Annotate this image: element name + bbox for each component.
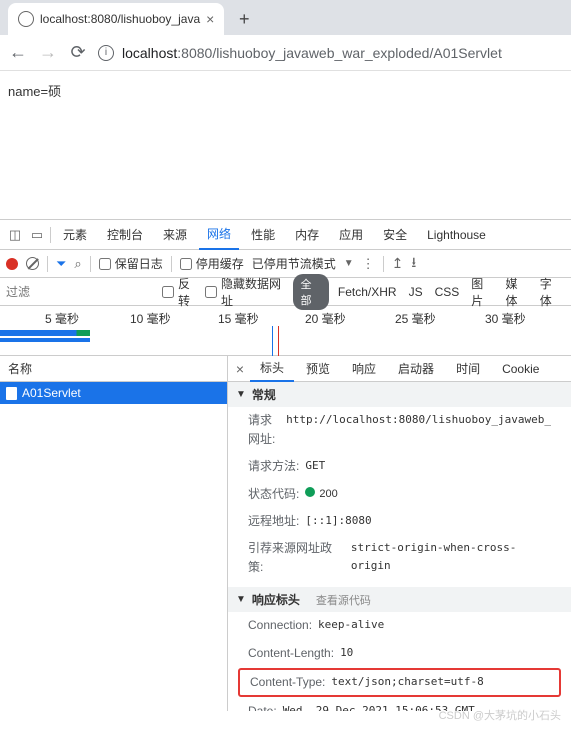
record-button[interactable] bbox=[6, 258, 18, 270]
request-list: 名称 A01Servlet bbox=[0, 356, 228, 711]
hide-data-checkbox[interactable]: 隐藏数据网址 bbox=[205, 275, 286, 309]
general-section[interactable]: ▼ 常规 bbox=[228, 382, 571, 407]
disable-cache-checkbox[interactable]: 停用缓存 bbox=[180, 255, 244, 272]
close-icon[interactable]: × bbox=[206, 11, 214, 27]
forward-button[interactable]: → bbox=[38, 42, 58, 63]
view-source-link[interactable]: 查看源代码 bbox=[316, 592, 371, 608]
invert-checkbox[interactable]: 反转 bbox=[162, 275, 199, 309]
filter-media[interactable]: 媒体 bbox=[503, 275, 531, 309]
timeline-marker-red bbox=[278, 326, 279, 356]
detail-tabs: × 标头 预览 响应 启动器 时间 Cookie bbox=[228, 356, 571, 382]
tab-elements[interactable]: 元素 bbox=[55, 220, 95, 250]
tab-initiator[interactable]: 启动器 bbox=[388, 356, 444, 382]
tab-title: localhost:8080/lishuoboy_java bbox=[40, 12, 200, 26]
close-detail-button[interactable]: × bbox=[232, 361, 248, 377]
filter-js[interactable]: JS bbox=[406, 285, 426, 299]
name-header[interactable]: 名称 bbox=[0, 356, 227, 382]
inspect-icon[interactable]: ◫ bbox=[6, 227, 24, 243]
clear-button[interactable] bbox=[26, 257, 39, 270]
reload-button[interactable]: ⟳ bbox=[68, 42, 88, 63]
timeline-marker-blue bbox=[272, 326, 273, 356]
remote-address: 远程地址:[::1]:8080 bbox=[228, 508, 571, 535]
devtools-panel: ◫ ▭ 元素 控制台 来源 网络 性能 内存 应用 安全 Lighthouse … bbox=[0, 219, 571, 711]
status-code: 状态代码:200 bbox=[228, 481, 571, 508]
tab-sources[interactable]: 来源 bbox=[155, 220, 195, 250]
header-content-type: Content-Type:text/json;charset=utf-8 bbox=[240, 670, 559, 695]
device-icon[interactable]: ▭ bbox=[28, 227, 46, 243]
tab-timing[interactable]: 时间 bbox=[446, 356, 490, 382]
tab-network[interactable]: 网络 bbox=[199, 220, 239, 250]
request-item[interactable]: A01Servlet bbox=[0, 382, 227, 404]
new-tab-button[interactable]: + bbox=[230, 5, 258, 33]
url-bar: ← → ⟳ i localhost:8080/lishuoboy_javaweb… bbox=[0, 35, 571, 71]
request-url: 请求网址:http://localhost:8080/lishuoboy_jav… bbox=[228, 407, 571, 453]
watermark: CSDN @大茅坑的小石头 bbox=[439, 707, 561, 723]
detail-panel: × 标头 预览 响应 启动器 时间 Cookie ▼ 常规 请求网址:http:… bbox=[228, 356, 571, 711]
split-panel: 名称 A01Servlet × 标头 预览 响应 启动器 时间 Cookie ▼… bbox=[0, 356, 571, 711]
back-button[interactable]: ← bbox=[8, 42, 28, 63]
timeline-bar bbox=[0, 330, 90, 336]
info-icon[interactable]: i bbox=[98, 45, 114, 61]
tab-memory[interactable]: 内存 bbox=[287, 220, 327, 250]
tab-headers[interactable]: 标头 bbox=[250, 356, 294, 382]
referrer-policy: 引荐来源网址政策:strict-origin-when-cross-origin bbox=[228, 535, 571, 581]
tab-lighthouse[interactable]: Lighthouse bbox=[419, 220, 494, 250]
filter-css[interactable]: CSS bbox=[432, 285, 463, 299]
tab-security[interactable]: 安全 bbox=[375, 220, 415, 250]
file-icon bbox=[6, 387, 17, 400]
tab-application[interactable]: 应用 bbox=[331, 220, 371, 250]
timeline[interactable]: 5 毫秒 10 毫秒 15 毫秒 20 毫秒 25 毫秒 30 毫秒 bbox=[0, 306, 571, 356]
search-icon[interactable]: ⌕ bbox=[74, 256, 81, 272]
header-connection: Connection:keep-alive bbox=[228, 612, 571, 639]
filter-font[interactable]: 字体 bbox=[537, 275, 565, 309]
upload-icon[interactable]: ↥ bbox=[392, 255, 404, 272]
throttle-dropdown[interactable]: 已停用节流模式 bbox=[252, 255, 336, 272]
page-content: name=硕 bbox=[0, 71, 571, 219]
browser-tab[interactable]: localhost:8080/lishuoboy_java × bbox=[8, 3, 224, 35]
status-dot-icon bbox=[305, 487, 315, 497]
filter-fetch[interactable]: Fetch/XHR bbox=[335, 285, 400, 299]
request-method: 请求方法:GET bbox=[228, 453, 571, 480]
tab-response[interactable]: 响应 bbox=[342, 356, 386, 382]
filter-icon[interactable]: ⏷ bbox=[56, 256, 66, 272]
chevron-down-icon: ▼ bbox=[236, 389, 246, 400]
tab-console[interactable]: 控制台 bbox=[99, 220, 151, 250]
filter-bar: 反转 隐藏数据网址 全部 Fetch/XHR JS CSS 图片 媒体 字体 bbox=[0, 278, 571, 306]
chevron-down-icon: ▼ bbox=[236, 594, 246, 605]
address-bar[interactable]: i localhost:8080/lishuoboy_javaweb_war_e… bbox=[98, 45, 563, 61]
url-text: localhost:8080/lishuoboy_javaweb_war_exp… bbox=[122, 45, 502, 61]
download-icon[interactable]: ⭳ bbox=[411, 252, 416, 276]
filter-img[interactable]: 图片 bbox=[468, 275, 496, 309]
tab-performance[interactable]: 性能 bbox=[243, 220, 283, 250]
favicon-icon bbox=[18, 11, 34, 27]
response-headers-section[interactable]: ▼ 响应标头 查看源代码 bbox=[228, 587, 571, 612]
tab-cookies[interactable]: Cookie bbox=[492, 356, 549, 382]
highlighted-header: Content-Type:text/json;charset=utf-8 bbox=[238, 668, 561, 697]
devtools-tabs: ◫ ▭ 元素 控制台 来源 网络 性能 内存 应用 安全 Lighthouse bbox=[0, 220, 571, 250]
timeline-bar2 bbox=[0, 338, 90, 342]
browser-tab-bar: localhost:8080/lishuoboy_java × + bbox=[0, 0, 571, 35]
header-content-length: Content-Length:10 bbox=[228, 640, 571, 667]
tab-preview[interactable]: 预览 bbox=[296, 356, 340, 382]
filter-all[interactable]: 全部 bbox=[293, 274, 329, 310]
preserve-log-checkbox[interactable]: 保留日志 bbox=[99, 255, 163, 272]
network-conditions-icon[interactable]: ⋮ bbox=[362, 256, 375, 272]
filter-input[interactable] bbox=[6, 285, 156, 299]
